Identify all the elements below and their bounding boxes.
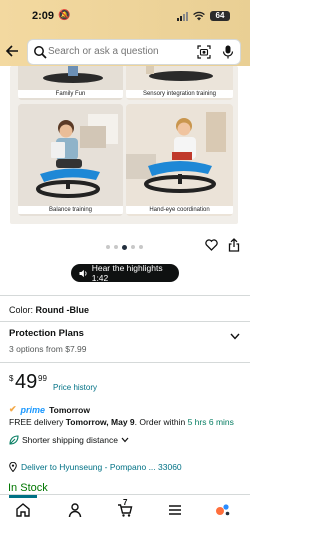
shorter-shipping-label: Shorter shipping distance <box>22 435 118 445</box>
nav-active-indicator <box>9 495 37 498</box>
prime-logo: prime <box>20 404 46 415</box>
tile-label: Sensory integration training <box>126 90 233 98</box>
color-selector[interactable]: Color: Round -Blue <box>9 305 89 315</box>
wifi-icon <box>193 11 205 21</box>
gallery-tile-hand-eye: Hand-eye coordination <box>126 104 233 216</box>
rufus-assistant-icon[interactable] <box>215 502 231 518</box>
microphone-icon[interactable] <box>222 45 234 59</box>
shorter-shipping-toggle[interactable]: Shorter shipping distance <box>9 435 129 445</box>
back-arrow-icon[interactable] <box>5 44 19 58</box>
price-history-link[interactable]: Price history <box>53 383 97 392</box>
audio-speaker-icon <box>79 269 87 277</box>
color-label: Color: <box>9 305 34 315</box>
delivery-info: FREE delivery Tomorrow, May 9. Order wit… <box>9 417 234 427</box>
location-pin-icon <box>9 462 17 472</box>
carousel-dot <box>139 245 143 249</box>
delivery-date: Tomorrow, May 9 <box>65 417 135 427</box>
highlights-label: Hear the highlights 1:42 <box>91 263 163 283</box>
carousel-dot <box>106 245 110 249</box>
status-time: 2:09 <box>32 10 55 22</box>
gallery-tile-sensory: Sensory integration training <box>126 66 233 100</box>
signal-icon <box>177 12 188 21</box>
carousel-dot <box>114 245 118 249</box>
protection-plans-title[interactable]: Protection Plans <box>9 328 84 339</box>
gallery-tile-balance: Balance training <box>18 104 123 216</box>
product-photo <box>18 104 123 216</box>
share-icon[interactable] <box>228 238 240 252</box>
tile-label: Family Fun <box>18 90 123 98</box>
product-image-gallery[interactable]: Family Fun Sensory integration training … <box>10 66 238 224</box>
search-input[interactable] <box>48 46 188 57</box>
prime-delivery-badge: ✔ prime Tomorrow <box>9 404 90 415</box>
free-delivery-label: FREE delivery <box>9 417 64 427</box>
protection-plans-options: 3 options from $7.99 <box>9 344 87 354</box>
product-photo <box>126 104 233 216</box>
deliver-to-location[interactable]: Deliver to Hyunseung - Pompano ... 33060 <box>9 462 182 472</box>
tile-label: Hand-eye coordination <box>126 206 233 214</box>
hear-highlights-button[interactable]: Hear the highlights 1:42 <box>71 263 179 283</box>
chevron-down-icon[interactable] <box>230 333 240 340</box>
search-bar[interactable] <box>27 39 241 65</box>
color-value: Round -Blue <box>35 305 90 315</box>
search-icon <box>34 46 47 59</box>
home-icon[interactable] <box>15 502 31 518</box>
divider <box>0 295 250 296</box>
price-currency: $ <box>9 374 14 383</box>
status-bar: 2:09 🔕 64 <box>0 0 250 34</box>
menu-icon[interactable] <box>167 502 183 518</box>
heart-icon[interactable] <box>205 239 218 251</box>
silent-bell-icon: 🔕 <box>58 10 71 21</box>
prime-speed: Tomorrow <box>49 404 90 415</box>
chevron-down-icon <box>121 437 129 443</box>
price-whole: 49 <box>15 371 38 393</box>
cart-icon[interactable] <box>117 502 133 518</box>
carousel-dot <box>131 245 135 249</box>
gallery-tile-family-fun: Family Fun <box>18 66 123 100</box>
prime-check-icon: ✔ <box>9 404 17 414</box>
divider <box>0 321 250 322</box>
leaf-icon <box>9 435 19 445</box>
price-fraction: 99 <box>38 374 47 383</box>
camera-scan-icon[interactable] <box>197 45 211 59</box>
delivery-countdown: 5 hrs 6 mins <box>187 417 234 427</box>
tile-label: Balance training <box>18 206 123 214</box>
header: 2:09 🔕 64 <box>0 0 250 66</box>
order-within-label: . Order within <box>134 417 186 427</box>
stock-status: In Stock <box>8 482 48 494</box>
location-text: Deliver to Hyunseung - Pompano ... 33060 <box>21 462 182 472</box>
account-icon[interactable] <box>67 502 83 518</box>
carousel-dot-active <box>122 244 127 250</box>
divider <box>0 362 250 363</box>
bottom-navigation: 7 <box>0 494 250 541</box>
battery-indicator: 64 <box>210 11 230 21</box>
